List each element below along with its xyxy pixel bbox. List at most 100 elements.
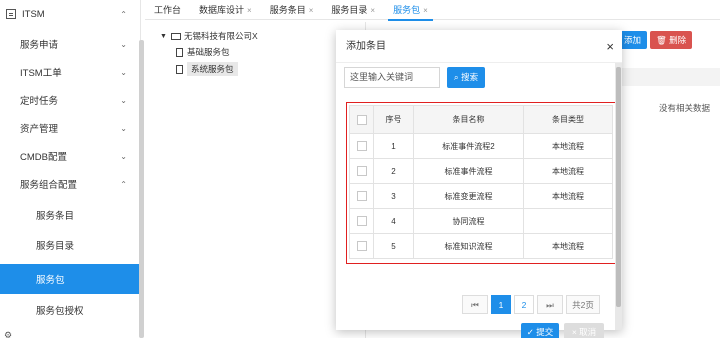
first-page-icon: ⏮ — [471, 300, 479, 310]
row-number: 3 — [373, 183, 414, 209]
entry-type: 本地流程 — [523, 158, 613, 184]
table-header-strip — [620, 68, 720, 86]
sidebar-scrollbar[interactable] — [139, 40, 144, 338]
add-button-label: 添加 — [624, 35, 642, 45]
sidebar-item-service-combo-config[interactable]: 服务组合配置 ⌃ — [0, 170, 139, 198]
tab-label: 服务条目 — [269, 4, 306, 15]
row-number: 1 — [373, 133, 414, 159]
tree-node-label: 基础服务包 — [187, 47, 230, 57]
total-pages-label: 共2页 — [572, 300, 594, 310]
sidebar-subitem-service-package-auth[interactable]: 服务包授权 — [0, 296, 139, 324]
select-all-checkbox[interactable] — [356, 114, 367, 125]
sidebar-item-cmdb-config[interactable]: CMDB配置 ⌄ — [0, 142, 139, 170]
submit-button[interactable]: ✓ 提交 — [521, 323, 559, 338]
page-2-button[interactable]: 2 — [514, 295, 534, 314]
chevron-down-icon: ⌄ — [120, 67, 127, 77]
add-button[interactable]: 添加 — [618, 31, 648, 49]
tab-service-entry[interactable]: 服务条目 × — [261, 0, 323, 20]
entry-name: 协同流程 — [413, 208, 524, 234]
tree-root[interactable]: ▼ 无锡科技有限公司X — [160, 30, 258, 42]
search-placeholder: 这里输入关键词 — [350, 72, 414, 82]
delete-button-label: 删除 — [669, 35, 687, 45]
chevron-down-icon: ⌄ — [120, 151, 127, 161]
close-icon[interactable]: × — [370, 6, 375, 15]
entry-name: 标准事件流程 — [413, 158, 524, 184]
sidebar-item-label: 资产管理 — [20, 124, 59, 135]
cancel-button[interactable]: × 取消 — [564, 323, 604, 338]
file-icon — [176, 64, 183, 74]
table-row[interactable]: 4 协同流程 — [349, 208, 613, 234]
column-header: 序号 — [373, 105, 414, 134]
tree-panel: ▼ 无锡科技有限公司X 基础服务包 系统服务包 — [150, 22, 366, 338]
sidebar: ITSM ⌃ 服务申请 ⌄ ITSM工单 ⌄ 定时任务 ⌄ 资产管理 ⌄ CMD… — [0, 0, 141, 338]
gear-icon: ⚙ — [4, 330, 13, 338]
search-button[interactable]: ⌕ 搜索 — [447, 67, 485, 88]
sidebar-item-itsm-ticket[interactable]: ITSM工单 ⌄ — [0, 58, 139, 86]
row-checkbox[interactable] — [356, 141, 367, 151]
page-1-button[interactable]: 1 — [491, 295, 511, 314]
tree-node-system-package[interactable]: 系统服务包 — [176, 62, 238, 76]
table-row[interactable]: 5 标准知识流程 本地流程 — [349, 233, 613, 259]
tab-label: 工作台 — [154, 4, 182, 15]
entry-table: 序号 条目名称 条目类型 1 标准事件流程2 本地流程 2 标准事件流程 本地流… — [349, 105, 613, 259]
table-header-row: 序号 条目名称 条目类型 — [349, 105, 613, 134]
close-icon[interactable]: × — [606, 30, 614, 63]
chevron-down-icon: ⌄ — [120, 39, 127, 49]
sidebar-item-label: 服务条目 — [36, 211, 75, 222]
checkbox-cell — [349, 183, 374, 209]
tree-node-label: 系统服务包 — [187, 62, 238, 76]
trash-icon: 🗑 — [656, 35, 667, 45]
dialog-title: 添加条目 — [346, 41, 386, 52]
dialog-scrollbar[interactable] — [615, 63, 622, 330]
tab-label: 服务目录 — [331, 4, 368, 15]
row-checkbox[interactable] — [356, 216, 367, 226]
table-row[interactable]: 1 标准事件流程2 本地流程 — [349, 133, 613, 159]
sidebar-item-label: 服务包 — [36, 275, 65, 286]
select-all-cell — [349, 105, 374, 134]
sidebar-subitem-service-package[interactable]: 服务包 — [0, 264, 139, 294]
scrollbar-thumb[interactable] — [616, 67, 621, 307]
entry-type: 本地流程 — [523, 133, 613, 159]
last-page-button[interactable]: ⏭ — [537, 295, 563, 314]
chevron-down-icon: ⌄ — [120, 95, 127, 105]
tree-node-basic-package[interactable]: 基础服务包 — [176, 46, 230, 58]
tab-workbench[interactable]: 工作台 — [145, 0, 190, 20]
delete-button[interactable]: 🗑 删除 — [650, 31, 693, 49]
sidebar-subitem-service-catalog[interactable]: 服务目录 — [0, 231, 139, 259]
sidebar-item-service-request[interactable]: 服务申请 ⌄ — [0, 30, 139, 58]
tab-bar: 工作台 数据库设计 × 服务条目 × 服务目录 × 服务包 × — [145, 0, 720, 21]
tab-database-design[interactable]: 数据库设计 × — [190, 0, 261, 20]
close-icon[interactable]: × — [247, 6, 252, 15]
chevron-up-icon: ⌃ — [120, 9, 127, 19]
no-data-text: 没有相关数据 — [658, 103, 710, 113]
table-row[interactable]: 2 标准事件流程 本地流程 — [349, 158, 613, 184]
tab-service-package[interactable]: 服务包 × — [384, 0, 437, 21]
sidebar-item-itsm[interactable]: ITSM ⌃ — [0, 0, 139, 28]
search-icon: ⌕ — [453, 72, 459, 82]
table-row[interactable]: 3 标准变更流程 本地流程 — [349, 183, 613, 209]
row-checkbox[interactable] — [356, 191, 367, 201]
sidebar-item-label: CMDB配置 — [20, 152, 67, 163]
chevron-up-icon: ⌃ — [120, 179, 127, 189]
checkbox-cell — [349, 158, 374, 184]
tab-service-catalog[interactable]: 服务目录 × — [322, 0, 384, 20]
close-icon[interactable]: × — [423, 6, 428, 15]
column-header: 条目名称 — [413, 105, 524, 134]
tab-label: 数据库设计 — [199, 4, 245, 15]
sidebar-subitem-service-entry[interactable]: 服务条目 — [0, 201, 139, 229]
row-number: 2 — [373, 158, 414, 184]
search-input[interactable]: 这里输入关键词 — [344, 67, 440, 88]
sidebar-item-label: 服务组合配置 — [20, 180, 78, 191]
page-number: 1 — [498, 300, 504, 310]
close-icon[interactable]: × — [309, 6, 314, 15]
sidebar-item-asset-management[interactable]: 资产管理 ⌄ — [0, 114, 139, 142]
first-page-button[interactable]: ⏮ — [462, 295, 488, 314]
sidebar-item-scheduled-task[interactable]: 定时任务 ⌄ — [0, 86, 139, 114]
row-checkbox[interactable] — [356, 166, 367, 176]
search-button-label: 搜索 — [461, 72, 479, 82]
caret-down-icon[interactable]: ▼ — [160, 33, 167, 40]
row-checkbox[interactable] — [356, 241, 367, 251]
sidebar-item-label: 服务申请 — [20, 40, 59, 51]
cancel-button-label: × 取消 — [571, 327, 597, 337]
column-header: 条目类型 — [523, 105, 613, 134]
